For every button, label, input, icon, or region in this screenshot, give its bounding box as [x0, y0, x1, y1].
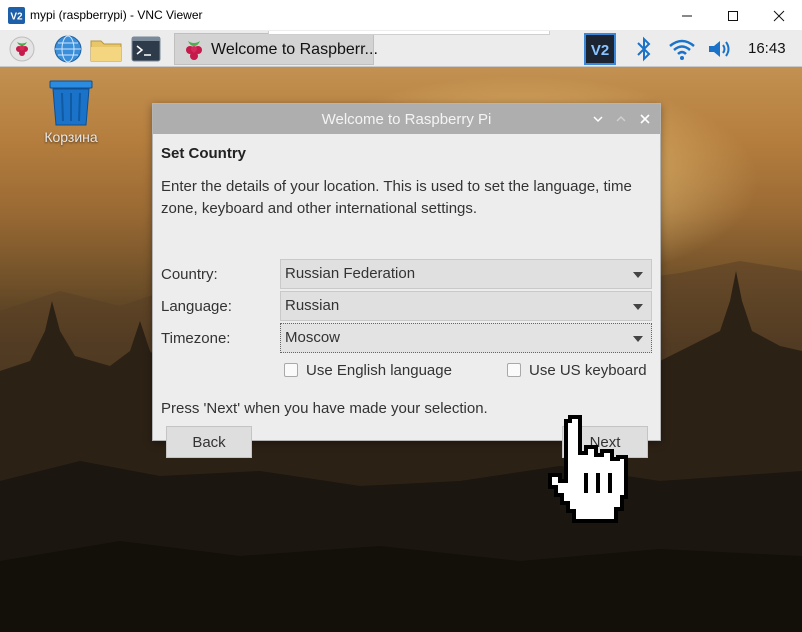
minimize-icon: [682, 15, 692, 16]
welcome-dialog: Welcome to Raspberry Pi Set Country Ente…: [152, 103, 661, 458]
folder-icon: [90, 40, 122, 62]
dropdown-arrow-icon: [633, 336, 643, 342]
vnc-icon: V2: [584, 33, 616, 65]
use-english-label: Use English language: [306, 361, 452, 379]
trash-icon: [49, 80, 93, 126]
checkbox-box[interactable]: [507, 363, 521, 377]
bluetooth-icon: [637, 36, 651, 62]
panel-overlay-strip: [268, 31, 550, 35]
vnc-logo-text: V2: [10, 12, 23, 23]
taskbar-panel: Welcome to Raspberr... V2 16:43: [0, 31, 802, 67]
back-button[interactable]: Back: [166, 426, 252, 458]
speaker-icon: [709, 41, 730, 57]
chevron-down-icon: [593, 116, 603, 123]
clock[interactable]: 16:43: [748, 40, 786, 57]
checkbox-box[interactable]: [284, 363, 298, 377]
maximize-button[interactable]: [710, 0, 756, 31]
dropdown-arrow-icon: [633, 272, 643, 278]
maximize-icon: [728, 10, 738, 21]
language-label: Language:: [161, 298, 232, 315]
globe-icon: [54, 35, 82, 63]
dialog-maximize-button[interactable]: [613, 111, 629, 127]
country-select[interactable]: Russian Federation: [280, 259, 652, 289]
minimize-button[interactable]: [664, 0, 710, 31]
trash-label: Корзина: [44, 129, 98, 145]
use-us-keyboard-checkbox[interactable]: Use US keyboard: [507, 361, 647, 379]
vnc-titlebar: V2 mypi (raspberrypi) - VNC Viewer: [0, 0, 802, 31]
menu-button[interactable]: [6, 33, 38, 65]
vnc-logo-icon: V2: [8, 7, 25, 24]
raspberry-icon: [9, 36, 35, 62]
dialog-minimize-button[interactable]: [590, 111, 606, 127]
terminal-launcher[interactable]: [130, 33, 162, 65]
timezone-select[interactable]: Moscow: [280, 323, 652, 353]
taskbar-item-label: Welcome to Raspberr...: [211, 41, 378, 58]
timezone-value: Moscow: [285, 329, 341, 346]
desktop-trash[interactable]: Корзина: [38, 79, 104, 149]
taskbar-item-welcome[interactable]: Welcome to Raspberr...: [174, 33, 378, 65]
language-select[interactable]: Russian: [280, 291, 652, 321]
remote-desktop: Welcome to Raspberr... V2 16:43 Корзина …: [0, 31, 802, 632]
volume-tray[interactable]: [704, 33, 736, 65]
use-english-checkbox[interactable]: Use English language: [284, 361, 452, 379]
bluetooth-tray[interactable]: [628, 33, 660, 65]
dialog-heading: Set Country: [161, 145, 247, 162]
country-label: Country:: [161, 266, 218, 283]
wifi-icon: [669, 39, 695, 60]
close-icon: [640, 114, 650, 124]
terminal-icon: [131, 36, 161, 62]
dialog-hint: Press 'Next' when you have made your sel…: [161, 400, 488, 417]
raspberry-icon: [186, 41, 202, 60]
vnc-server-tray[interactable]: V2: [584, 33, 616, 65]
wifi-tray[interactable]: [666, 33, 698, 65]
hand-cursor-icon: [548, 415, 628, 523]
use-us-keyboard-label: Use US keyboard: [529, 361, 647, 379]
dialog-close-button[interactable]: [637, 111, 653, 127]
window-title: mypi (raspberrypi) - VNC Viewer: [30, 8, 203, 22]
dialog-description: Enter the details of your location. This…: [161, 178, 632, 217]
dialog-title: Welcome to Raspberry Pi: [321, 111, 492, 128]
close-icon: [773, 10, 785, 21]
timezone-label: Timezone:: [161, 330, 231, 347]
browser-launcher[interactable]: [52, 33, 84, 65]
file-manager-launcher[interactable]: [90, 33, 122, 65]
close-window-button[interactable]: [756, 0, 802, 31]
chevron-up-icon: [616, 115, 626, 122]
dropdown-arrow-icon: [633, 304, 643, 310]
dialog-titlebar[interactable]: Welcome to Raspberry Pi: [153, 104, 660, 134]
language-value: Russian: [285, 297, 340, 314]
vnc-tray-text: V2: [591, 42, 609, 59]
country-value: Russian Federation: [285, 265, 416, 282]
